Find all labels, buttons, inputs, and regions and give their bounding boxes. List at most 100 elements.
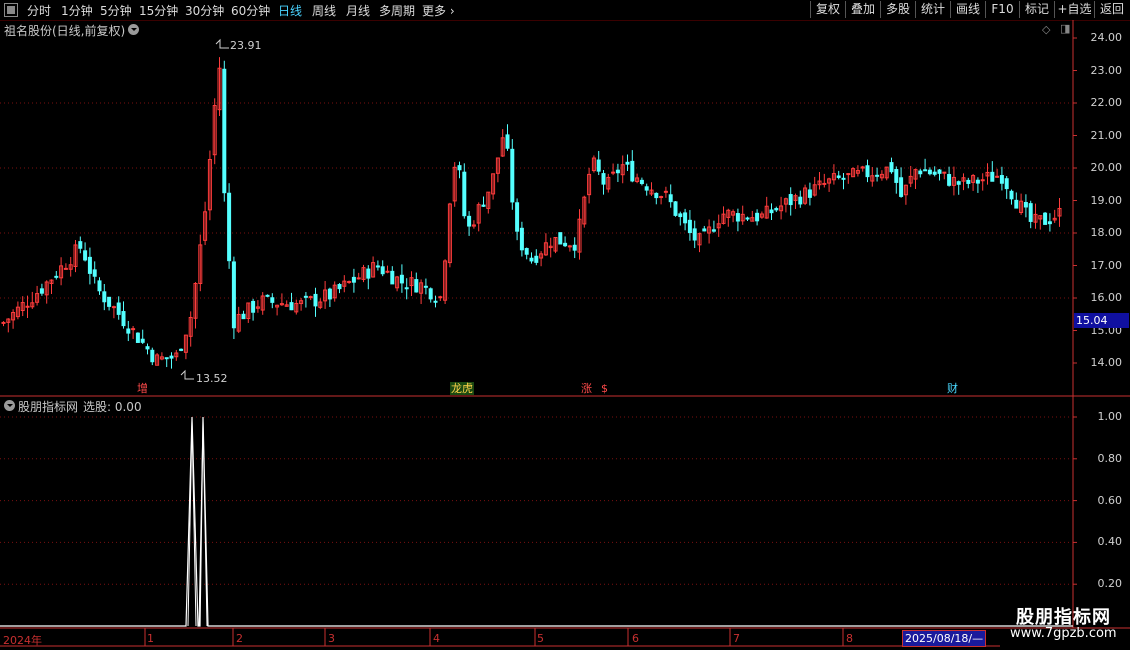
candle-body (1023, 201, 1028, 208)
candle-body (303, 295, 308, 298)
candle-body (131, 328, 136, 331)
candle-body (692, 228, 697, 241)
candle-body (289, 302, 294, 311)
candle-body (107, 296, 112, 307)
candle-body (390, 270, 395, 285)
candle-body (841, 177, 846, 180)
candle-body (630, 160, 635, 182)
price-tick-label: 24.00 (1090, 31, 1123, 44)
x-axis-label: 2024年 (3, 634, 42, 647)
candle-body (966, 179, 971, 184)
indicator-title: 股朋指标网 (18, 400, 79, 414)
candle-body (111, 306, 116, 309)
candle-body (572, 244, 577, 251)
candle-body (510, 148, 515, 203)
candle-body (251, 300, 256, 313)
price-tick-label: 23.00 (1090, 63, 1123, 77)
watermark-url: www.7gpzb.com (1010, 626, 1117, 641)
candle-body (836, 175, 841, 178)
indicator-tick-label: 1.00 (1097, 410, 1123, 423)
price-tick-label: 19.00 (1090, 193, 1123, 207)
candle-body (567, 245, 572, 248)
candle-body (385, 270, 390, 273)
kline-chart[interactable] (0, 0, 1130, 650)
candle-body (807, 189, 812, 198)
candle-body (481, 204, 486, 207)
candle-body (755, 212, 760, 222)
candle-body (923, 169, 928, 172)
candle-body (745, 217, 750, 220)
panel-toggle-icon[interactable]: ◨ (1060, 22, 1070, 35)
current-price-label: 15.04 (1074, 313, 1129, 328)
candle-body (150, 349, 155, 363)
candle-body (668, 194, 673, 203)
candle-body (78, 241, 83, 249)
candle-body (663, 190, 668, 193)
candle-body (659, 196, 664, 199)
candle-body (529, 257, 534, 262)
candle-body (92, 269, 97, 277)
candle-body (534, 255, 539, 263)
candle-body (25, 305, 30, 308)
candle-body (380, 266, 385, 275)
event-marker-increase[interactable]: 增 (136, 382, 149, 395)
event-marker-finance[interactable]: 财 (946, 382, 959, 395)
candle-body (169, 355, 174, 359)
candle-body (1047, 221, 1052, 225)
candle-body (1004, 178, 1009, 190)
x-axis-label: 8 (846, 632, 853, 645)
candle-body (980, 179, 985, 182)
x-axis-label: 1 (147, 632, 154, 645)
event-marker-dividend[interactable]: $ (600, 382, 609, 395)
candle-body (1014, 199, 1019, 209)
candle-body (702, 228, 707, 232)
candle-body (145, 346, 150, 350)
candle-body (1043, 212, 1048, 225)
candle-body (990, 171, 995, 182)
candle-body (615, 169, 620, 174)
candle-body (769, 209, 774, 214)
indicator-tick-label: 0.20 (1097, 577, 1123, 591)
price-tick-label: 20.00 (1090, 161, 1123, 174)
low-price-label: 13.52 (196, 372, 228, 385)
candle-body (515, 202, 520, 232)
diamond-icon[interactable]: ◇ (1042, 23, 1050, 36)
candle-body (596, 159, 601, 172)
candle-body (899, 177, 904, 197)
candle-body (126, 328, 131, 334)
chevron-down-icon[interactable] (128, 24, 139, 35)
candle-body (438, 296, 443, 299)
candle-body (975, 179, 980, 184)
candle-body (639, 179, 644, 185)
candle-body (351, 276, 356, 283)
candle-body (865, 165, 870, 178)
candle-body (1028, 203, 1033, 222)
candle-body (231, 261, 236, 329)
candle-body (121, 311, 126, 327)
candle-body (87, 256, 92, 274)
candle-body (1009, 190, 1014, 200)
candle-body (265, 294, 270, 297)
candle-body (140, 338, 145, 343)
indicator-tick-label: 0.40 (1097, 535, 1123, 549)
candle-body (846, 173, 851, 176)
candle-body (399, 274, 404, 284)
candle-body (875, 174, 880, 177)
indicator-tick-label: 0.80 (1097, 451, 1123, 465)
candle-body (601, 173, 606, 185)
event-marker-limit-up[interactable]: 涨 (580, 382, 593, 395)
price-tick-label: 18.00 (1090, 226, 1123, 239)
candle-body (457, 165, 462, 171)
candle-body (414, 279, 419, 293)
indicator-menu-icon[interactable] (4, 400, 15, 411)
candle-body (222, 68, 227, 194)
event-marker-dragon-tiger[interactable]: 龙虎 (450, 382, 474, 395)
candle-body (135, 332, 140, 343)
candle-body (433, 300, 438, 303)
candle-body (356, 277, 361, 280)
candle-body (798, 196, 803, 205)
candle-body (774, 208, 779, 211)
indicator-tick-label: 0.60 (1097, 493, 1123, 507)
candle-body (927, 169, 932, 175)
candle-body (227, 192, 232, 262)
